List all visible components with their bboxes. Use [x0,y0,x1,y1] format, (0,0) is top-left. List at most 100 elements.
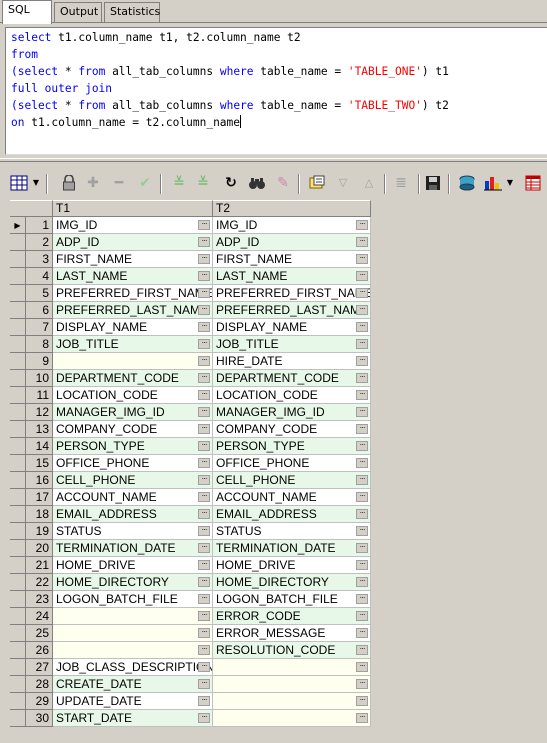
cell-editor-button[interactable]: ··· [356,356,368,366]
cell-editor-button[interactable]: ··· [356,237,368,247]
cell-t2[interactable]: ··· [213,693,371,710]
cell-t2[interactable]: EMAIL_ADDRESS ··· [213,506,371,523]
cell-editor-button[interactable]: ··· [356,305,368,315]
row-indicator[interactable] [10,540,26,557]
cell-editor-button[interactable]: ··· [198,373,210,383]
row-indicator[interactable] [10,455,26,472]
cell-t2[interactable]: COMPANY_CODE ··· [213,421,371,438]
row-indicator[interactable] [10,506,26,523]
table-row[interactable]: 6 PREFERRED_LAST_NAME ··· PREFERRED_LAST_NA… [10,302,371,319]
cell-t1[interactable]: CELL_PHONE ··· [53,472,213,489]
lock-icon[interactable] [58,172,80,194]
grid-view-icon[interactable] [8,172,30,194]
cell-t2[interactable]: LAST_NAME ··· [213,268,371,285]
cell-editor-button[interactable]: ··· [198,526,210,536]
cell-t2[interactable]: MANAGER_IMG_ID ··· [213,404,371,421]
cell-t2[interactable]: LOGON_BATCH_FILE ··· [213,591,371,608]
cell-editor-button[interactable]: ··· [356,373,368,383]
cell-t1[interactable]: ACCOUNT_NAME ··· [53,489,213,506]
filter-icon[interactable]: ≣ [390,172,412,194]
cell-t2[interactable]: IMG_ID ··· [213,217,371,234]
cell-t2[interactable]: HIRE_DATE ··· [213,353,371,370]
table-row[interactable]: 8 JOB_TITLE ··· JOB_TITLE ··· [10,336,371,353]
cell-t2[interactable]: OFFICE_PHONE ··· [213,455,371,472]
cell-t1[interactable]: START_DATE ··· [53,710,213,727]
row-indicator[interactable] [10,659,26,676]
cell-editor-button[interactable]: ··· [356,424,368,434]
cell-editor-button[interactable]: ··· [356,509,368,519]
cell-editor-button[interactable]: ··· [356,458,368,468]
table-row[interactable]: 4 LAST_NAME ··· LAST_NAME ··· [10,268,371,285]
cell-editor-button[interactable]: ··· [198,560,210,570]
row-indicator[interactable] [10,608,26,625]
cell-editor-button[interactable]: ··· [198,645,210,655]
cell-editor-button[interactable]: ··· [356,407,368,417]
row-indicator[interactable] [10,336,26,353]
tab-sql[interactable]: SQL [2,0,52,24]
cell-t1[interactable]: PREFERRED_LAST_NAME ··· [53,302,213,319]
cell-editor-button[interactable]: ··· [356,611,368,621]
table-row[interactable]: 12 MANAGER_IMG_ID ··· MANAGER_IMG_ID ··· [10,404,371,421]
cell-editor-button[interactable]: ··· [198,356,210,366]
table-row[interactable]: 13 COMPANY_CODE ··· COMPANY_CODE ··· [10,421,371,438]
table-row[interactable]: 10 DEPARTMENT_CODE ··· DEPARTMENT_CODE ··· [10,370,371,387]
cell-editor-button[interactable]: ··· [356,560,368,570]
cell-t1[interactable]: DEPARTMENT_CODE ··· [53,370,213,387]
cell-t1[interactable]: UPDATE_DATE ··· [53,693,213,710]
table-icon[interactable] [522,172,544,194]
row-indicator[interactable] [10,302,26,319]
row-indicator[interactable] [10,421,26,438]
cell-t2[interactable]: JOB_TITLE ··· [213,336,371,353]
cell-editor-button[interactable]: ··· [356,713,368,723]
table-row[interactable]: 9 ··· HIRE_DATE ··· [10,353,371,370]
sort-desc-icon[interactable]: ▽ [332,172,354,194]
cell-editor-button[interactable]: ··· [356,390,368,400]
cell-editor-button[interactable]: ··· [356,288,368,298]
splitter[interactable] [0,158,547,162]
cell-t2[interactable]: PREFERRED_FIRST_NAME ··· [213,285,371,302]
sql-editor[interactable]: select t1.column_name t1, t2.column_name… [5,27,547,155]
table-row[interactable]: 20 TERMINATION_DATE ··· TERMINATION_DATE ··· [10,540,371,557]
row-indicator[interactable] [10,251,26,268]
cell-t1[interactable]: EMAIL_ADDRESS ··· [53,506,213,523]
row-indicator[interactable] [10,523,26,540]
cell-editor-button[interactable]: ··· [356,543,368,553]
cell-t2[interactable]: HOME_DIRECTORY ··· [213,574,371,591]
cell-t1[interactable]: JOB_CLASS_DESCRIPTION ··· [53,659,213,676]
chart-icon[interactable] [482,172,504,194]
cell-editor-button[interactable]: ··· [198,594,210,604]
cell-editor-button[interactable]: ··· [198,713,210,723]
table-row[interactable]: ▶ 1 IMG_ID ··· IMG_ID ··· [10,217,371,234]
cell-editor-button[interactable]: ··· [356,628,368,638]
cell-t1[interactable]: MANAGER_IMG_ID ··· [53,404,213,421]
cell-editor-button[interactable]: ··· [198,458,210,468]
cell-editor-button[interactable]: ··· [198,407,210,417]
cell-editor-button[interactable]: ··· [356,645,368,655]
table-row[interactable]: 25 ··· ERROR_MESSAGE ··· [10,625,371,642]
table-row[interactable]: 30 START_DATE ··· ··· [10,710,371,727]
cell-editor-button[interactable]: ··· [198,662,210,672]
cell-editor-button[interactable]: ··· [198,628,210,638]
cell-editor-button[interactable]: ··· [198,475,210,485]
cell-editor-button[interactable]: ··· [356,254,368,264]
cell-editor-button[interactable]: ··· [198,254,210,264]
row-indicator[interactable] [10,591,26,608]
delete-record-icon[interactable]: ━ [108,172,130,194]
cell-t2[interactable]: RESOLUTION_CODE ··· [213,642,371,659]
row-indicator[interactable] [10,642,26,659]
cell-editor-button[interactable]: ··· [198,237,210,247]
row-indicator[interactable] [10,319,26,336]
table-row[interactable]: 24 ··· ERROR_CODE ··· [10,608,371,625]
tab-output[interactable]: Output [54,2,102,22]
cell-t2[interactable]: CELL_PHONE ··· [213,472,371,489]
row-indicator[interactable] [10,676,26,693]
row-indicator[interactable] [10,268,26,285]
row-indicator[interactable] [10,404,26,421]
row-indicator[interactable] [10,285,26,302]
result-grid[interactable]: T1 T2 ▶ 1 IMG_ID ··· IMG_ID ··· 2 ADP_ID ··· ADP_… [10,200,371,730]
row-indicator[interactable] [10,438,26,455]
cell-t2[interactable]: ADP_ID ··· [213,234,371,251]
table-row[interactable]: 2 ADP_ID ··· ADP_ID ··· [10,234,371,251]
cell-t2[interactable]: ERROR_MESSAGE ··· [213,625,371,642]
column-header-t2[interactable]: T2 [213,200,371,217]
